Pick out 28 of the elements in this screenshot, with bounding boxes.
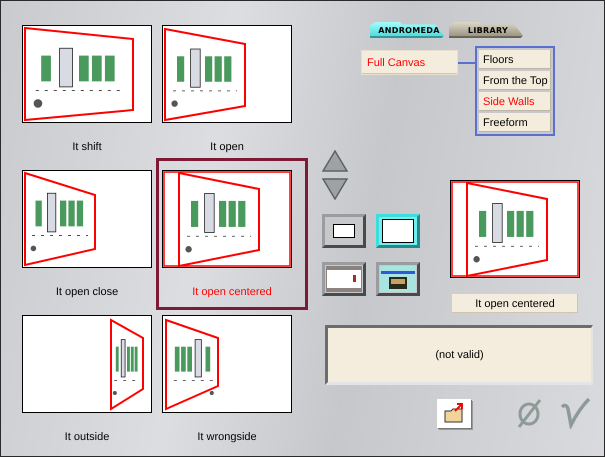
folder-button[interactable] bbox=[437, 398, 471, 428]
view-button[interactable] bbox=[322, 214, 366, 248]
thumbnail-label: It wrongside bbox=[197, 430, 257, 444]
option-item[interactable]: Freeform bbox=[479, 113, 551, 132]
tab[interactable]: LIBRARY bbox=[449, 22, 523, 38]
option-item[interactable]: From the Top bbox=[479, 71, 551, 90]
poster-thumbnail[interactable] bbox=[162, 315, 292, 413]
poster-thumbnail[interactable] bbox=[22, 315, 152, 413]
thumbnail-label: It open centered bbox=[192, 285, 272, 299]
poster-thumbnail[interactable] bbox=[22, 25, 152, 123]
check-icon[interactable] bbox=[559, 397, 591, 429]
poster-thumbnail[interactable] bbox=[162, 170, 292, 268]
down-arrow-icon[interactable] bbox=[322, 178, 348, 200]
view-button[interactable] bbox=[376, 262, 420, 296]
thumbnail-label: It shift bbox=[72, 140, 102, 154]
option-item[interactable]: Floors bbox=[479, 50, 551, 69]
poster-thumbnail[interactable] bbox=[22, 170, 152, 268]
poster-thumbnail[interactable] bbox=[162, 25, 292, 123]
name-field: It open centered bbox=[452, 294, 578, 313]
message-box: (not valid) bbox=[325, 325, 593, 385]
thumbnail-label: It open close bbox=[56, 285, 118, 299]
up-arrow-icon[interactable] bbox=[322, 150, 348, 172]
view-button[interactable] bbox=[322, 262, 366, 296]
thumbnail-label: It open bbox=[210, 140, 244, 154]
view-button[interactable] bbox=[376, 214, 420, 248]
thumbnail-label: It outside bbox=[64, 430, 110, 444]
folder-icon bbox=[444, 403, 464, 423]
tab[interactable]: ANDROMEDA bbox=[370, 22, 444, 38]
